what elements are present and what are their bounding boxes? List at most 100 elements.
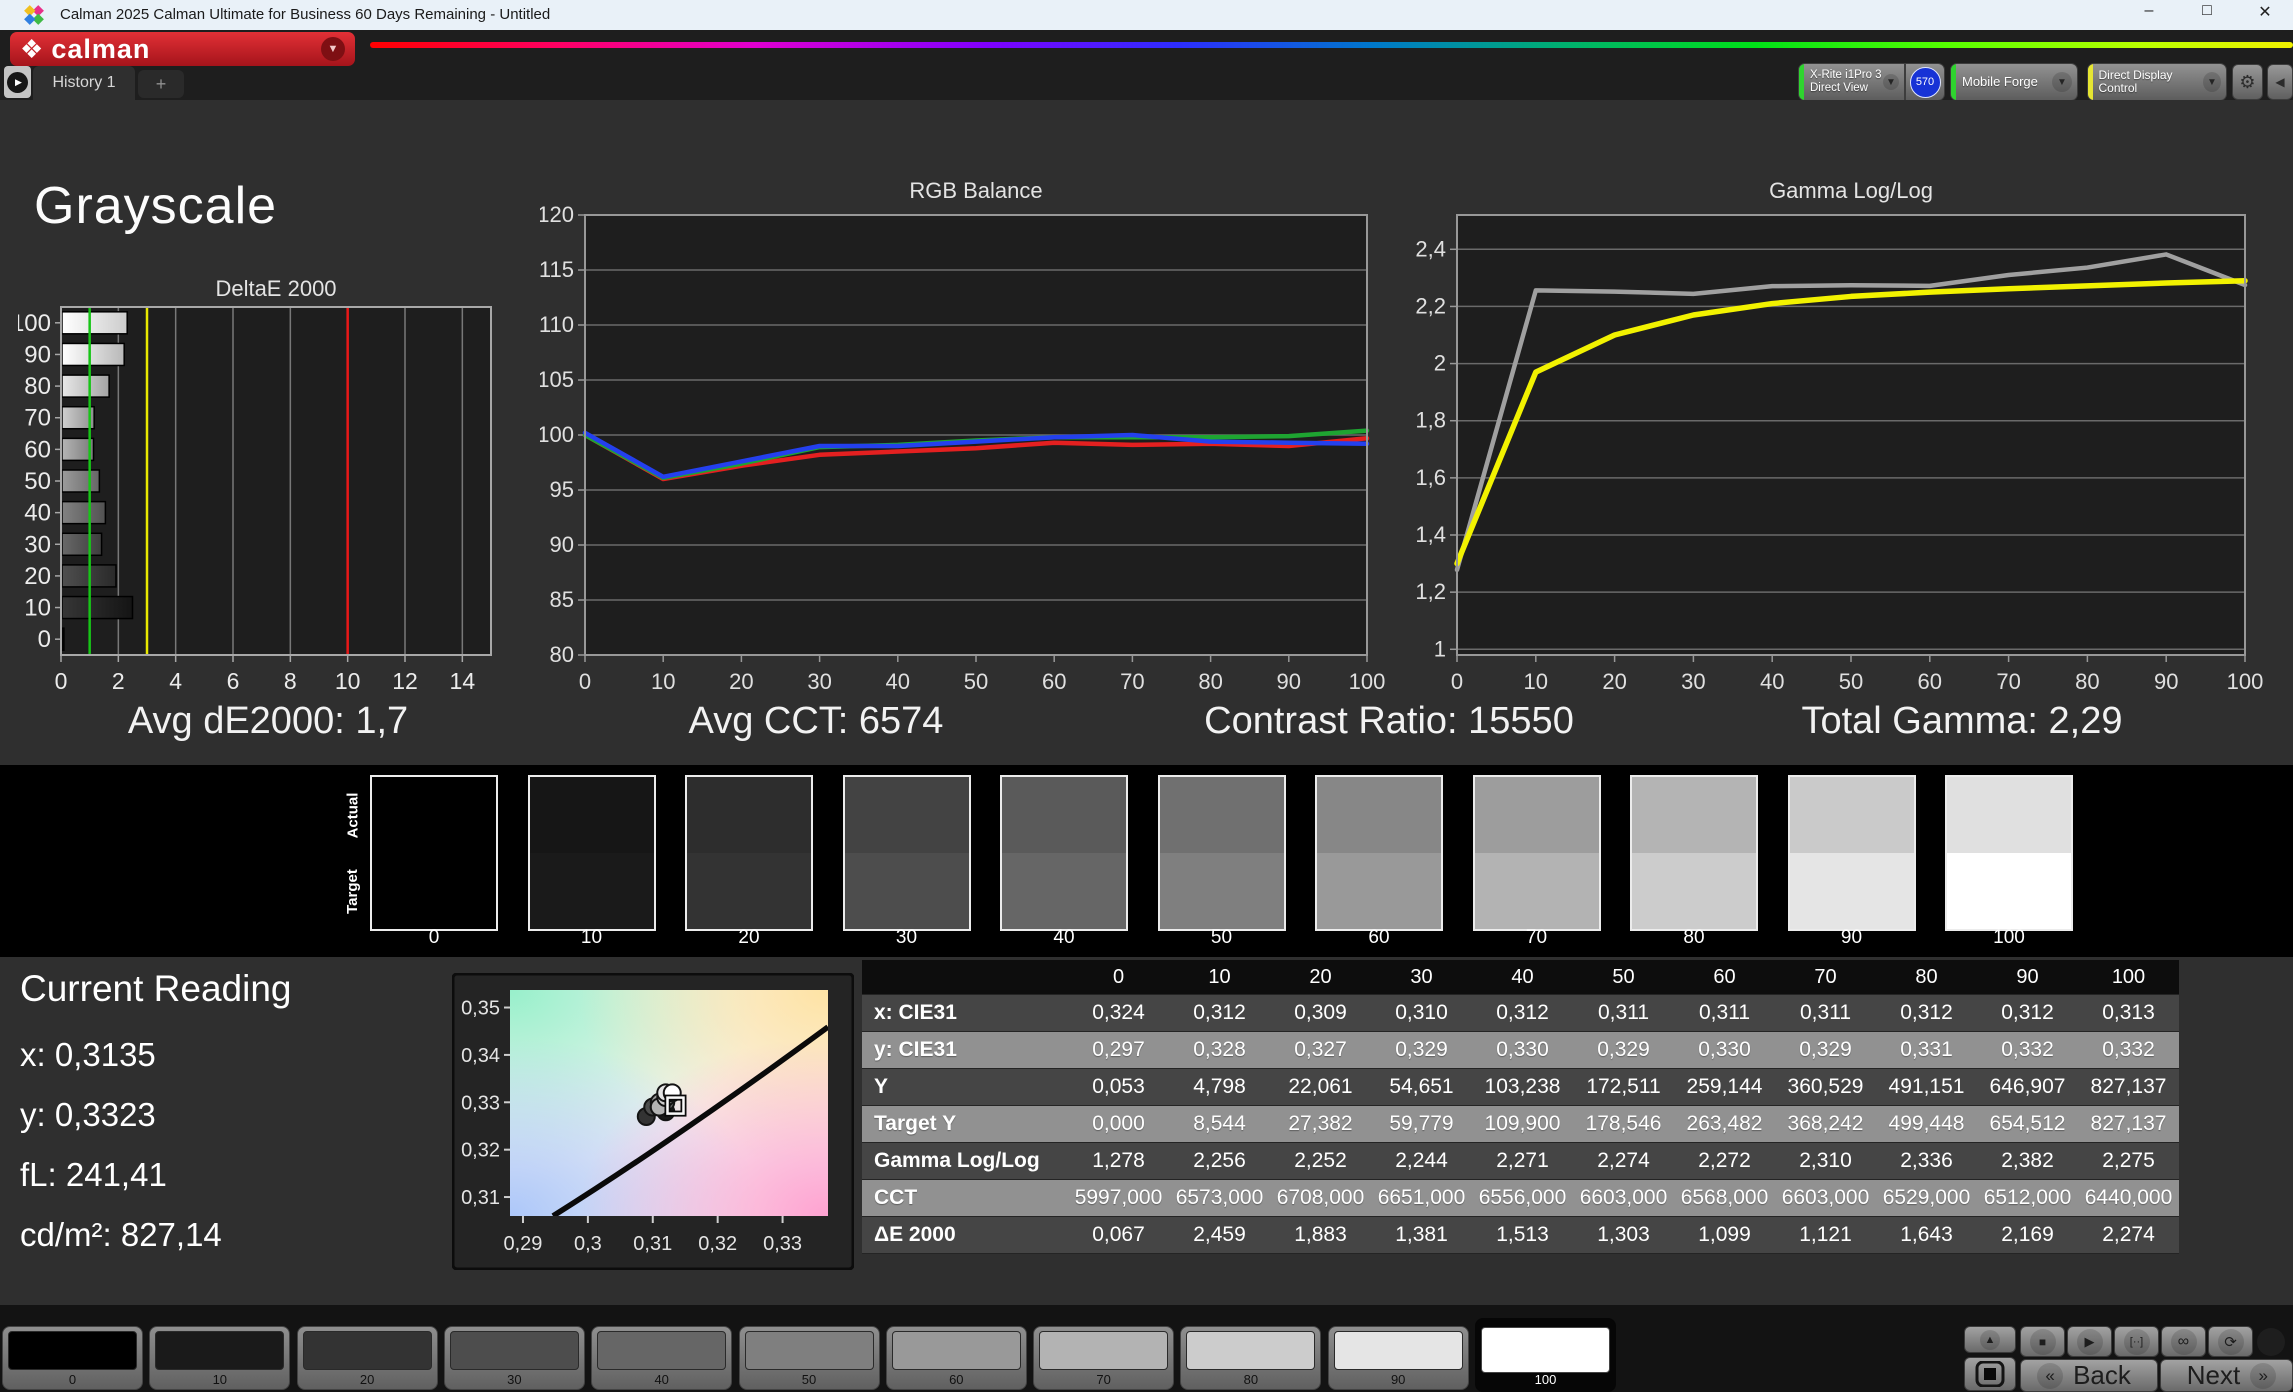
close-button[interactable]: ✕ bbox=[2255, 2, 2275, 22]
pattern-size-button[interactable]: [··] bbox=[2114, 1326, 2159, 1357]
patch-swatch-70 bbox=[1039, 1331, 1169, 1370]
patch-label-20: 20 bbox=[359, 1372, 375, 1387]
table-cell-10: 8,544 bbox=[1169, 1106, 1270, 1143]
back-button[interactable]: « Back bbox=[2020, 1359, 2158, 1392]
patch-label-80: 80 bbox=[1243, 1372, 1259, 1387]
swatch-100 bbox=[1945, 775, 2073, 931]
next-button[interactable]: Next » bbox=[2160, 1359, 2293, 1392]
window-pattern-icon bbox=[1975, 1361, 2005, 1387]
rainbow-divider bbox=[370, 42, 2293, 48]
settings-button[interactable]: ⚙ bbox=[2232, 64, 2263, 100]
svg-text:10: 10 bbox=[1524, 669, 1548, 694]
table-cell-20: 2,252 bbox=[1270, 1143, 1371, 1180]
swatch-target-0 bbox=[372, 853, 496, 929]
patch-label-70: 70 bbox=[1096, 1372, 1111, 1387]
table-cell-90: 0,332 bbox=[1977, 1032, 2078, 1069]
stop-measure-button[interactable]: ■ bbox=[2020, 1326, 2065, 1357]
svg-text:0: 0 bbox=[579, 669, 591, 694]
gamma-loglog-line-chart: Gamma Log/Log 2,4 2,2 2 1,8 1,6 1,4 1,2 10 10 20 30… bbox=[1415, 178, 2263, 694]
svg-text:115: 115 bbox=[540, 257, 574, 282]
swatch-target-30 bbox=[844, 853, 969, 929]
svg-text:8: 8 bbox=[284, 668, 297, 690]
svg-text:0: 0 bbox=[1451, 669, 1463, 694]
maximize-button[interactable]: □ bbox=[2197, 2, 2217, 22]
pattern-patch-90[interactable]: 90 bbox=[1327, 1326, 1469, 1390]
swatch-target-90 bbox=[1789, 853, 1914, 929]
svg-text:Gamma Log/Log: Gamma Log/Log bbox=[1769, 178, 1933, 203]
swatch-target-80 bbox=[1632, 853, 1756, 929]
display-control-name: Direct Display Control bbox=[2098, 67, 2173, 95]
pattern-patch-40[interactable]: 40 bbox=[591, 1326, 733, 1390]
pattern-window-up-button[interactable]: ▲ bbox=[1964, 1326, 2016, 1353]
svg-text:50: 50 bbox=[964, 669, 988, 694]
patch-label-0: 0 bbox=[68, 1372, 77, 1387]
svg-text:80: 80 bbox=[1198, 669, 1222, 694]
deltae-bar-80 bbox=[61, 374, 110, 398]
table-cell-10: 0,312 bbox=[1169, 995, 1270, 1032]
play-measure-button[interactable]: ▶ bbox=[2067, 1326, 2112, 1357]
swatch-label-0: 0 bbox=[428, 927, 440, 948]
continuous-measure-button[interactable]: ∞ bbox=[2161, 1326, 2206, 1357]
table-col-header-20: 20 bbox=[1270, 960, 1371, 995]
svg-text:20: 20 bbox=[1602, 669, 1626, 694]
swatch-actual-20 bbox=[687, 777, 811, 853]
reading-cdm2: cd/m²: 827,14 bbox=[20, 1216, 222, 1253]
meter-exposure-button[interactable]: 570 bbox=[1905, 63, 1945, 101]
swatch-actual-90 bbox=[1789, 777, 1914, 853]
current-reading-panel: Current Reading x: 0,3135 y: 0,3323 fL: … bbox=[20, 968, 291, 1276]
minimize-button[interactable]: – bbox=[2139, 2, 2159, 22]
svg-text:70: 70 bbox=[1996, 669, 2020, 694]
meter-dropdown[interactable]: X-Rite i1Pro 3 Direct View ▼ bbox=[1798, 63, 1905, 101]
table-col-header-100: 100 bbox=[2078, 960, 2179, 995]
svg-text:30: 30 bbox=[24, 531, 51, 558]
pattern-patch-50[interactable]: 50 bbox=[738, 1326, 880, 1390]
swatch-label-40: 40 bbox=[1053, 927, 1075, 948]
table-cell-40: 6556,000 bbox=[1472, 1180, 1573, 1217]
source-dropdown[interactable]: Mobile Forge ▼ bbox=[1950, 63, 2078, 101]
patch-swatch-20 bbox=[302, 1331, 432, 1370]
svg-text:RGB Balance: RGB Balance bbox=[909, 178, 1042, 203]
loop-measure-button[interactable]: ⟳ bbox=[2208, 1326, 2253, 1357]
table-cell-30: 0,310 bbox=[1371, 995, 1472, 1032]
table-row-label: ΔE 2000 bbox=[862, 1217, 1068, 1254]
pattern-patch-20[interactable]: 20 bbox=[296, 1326, 438, 1390]
table-cell-10: 0,328 bbox=[1169, 1032, 1270, 1069]
pattern-patch-100[interactable]: 100 bbox=[1475, 1318, 1616, 1392]
workspace: Grayscale DeltaE 20000246810121410090807… bbox=[0, 100, 2293, 1305]
display-control-dropdown[interactable]: Direct Display Control ▼ bbox=[2087, 63, 2227, 101]
swatch-actual-40 bbox=[1002, 777, 1126, 853]
collapse-panel-button[interactable]: ◀ bbox=[2267, 64, 2293, 100]
pattern-patch-60[interactable]: 60 bbox=[885, 1326, 1027, 1390]
table-cell-20: 6708,000 bbox=[1270, 1180, 1371, 1217]
meter-status-indicator bbox=[1799, 64, 1804, 100]
chevron-double-left-icon: « bbox=[2037, 1362, 2064, 1389]
table-cell-100: 827,137 bbox=[2078, 1106, 2179, 1143]
tab-expander-button[interactable]: ▶ bbox=[4, 66, 31, 98]
pattern-patch-70[interactable]: 70 bbox=[1033, 1326, 1175, 1390]
table-row-label: Target Y bbox=[862, 1106, 1068, 1143]
swatch-0 bbox=[370, 775, 498, 931]
tab-history-1[interactable]: History 1 bbox=[33, 66, 135, 100]
swatch-label-100: 100 bbox=[1993, 927, 2025, 948]
swatch-actual-50 bbox=[1159, 777, 1284, 853]
deltae-bar-0 bbox=[61, 627, 65, 651]
table-cell-0: 0,297 bbox=[1068, 1032, 1169, 1069]
pattern-patch-0[interactable]: 0 bbox=[2, 1326, 143, 1390]
table-cell-70: 6603,000 bbox=[1775, 1180, 1876, 1217]
svg-text:90: 90 bbox=[550, 532, 574, 557]
swatch-label-90: 90 bbox=[1840, 927, 1863, 948]
pattern-patch-30[interactable]: 30 bbox=[443, 1326, 585, 1390]
add-tab-button[interactable]: + bbox=[138, 70, 184, 98]
svg-text:1,2: 1,2 bbox=[1415, 579, 1446, 604]
svg-text:0: 0 bbox=[55, 668, 68, 690]
chevron-left-icon: ◀ bbox=[2275, 75, 2285, 89]
pattern-patch-10[interactable]: 10 bbox=[149, 1326, 291, 1390]
table-cell-20: 22,061 bbox=[1270, 1069, 1371, 1106]
calman-menu-button[interactable]: ❖ calman ▼ bbox=[10, 32, 355, 66]
pattern-patch-80[interactable]: 80 bbox=[1180, 1326, 1322, 1390]
svg-text:80: 80 bbox=[550, 642, 574, 667]
patch-swatch-60 bbox=[891, 1331, 1021, 1370]
source-status-indicator bbox=[1951, 64, 1956, 100]
swatch-20 bbox=[685, 775, 813, 931]
pattern-window-button[interactable] bbox=[1964, 1357, 2016, 1391]
